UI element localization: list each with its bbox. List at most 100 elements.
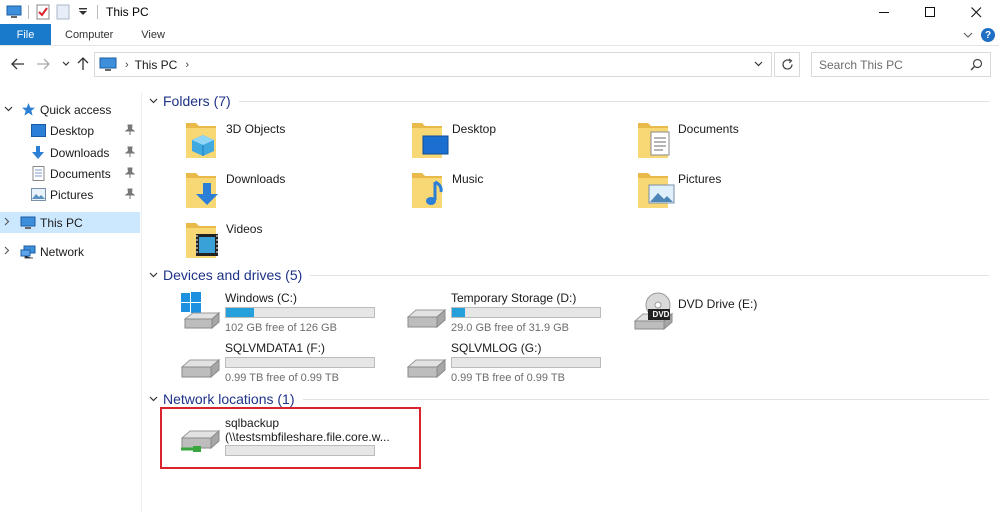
nav-quick-access[interactable]: Quick access	[0, 99, 140, 120]
folder-pictures[interactable]: Pictures	[637, 169, 837, 213]
drive-d[interactable]: Temporary Storage (D:) 29.0 GB free of 3…	[406, 291, 627, 337]
drive-c[interactable]: Windows (C:) 102 GB free of 126 GB	[181, 291, 401, 337]
address-row: › This PC › Search This PC	[0, 50, 999, 80]
collapsed-chevron-icon[interactable]	[4, 217, 14, 229]
pin-icon[interactable]	[124, 124, 136, 139]
help-icon[interactable]: ?	[981, 28, 995, 42]
drive-usage-fill	[226, 308, 255, 317]
drive-name: DVD Drive (E:)	[678, 297, 758, 311]
windows-drive-icon	[181, 291, 221, 331]
expanded-chevron-icon[interactable]	[4, 104, 14, 115]
folder-downloads[interactable]: Downloads	[185, 169, 385, 213]
group-chevron-icon[interactable]	[149, 394, 161, 405]
nav-label: This PC	[40, 215, 83, 230]
refresh-icon	[781, 58, 793, 70]
group-title: Devices and drives (5)	[163, 267, 303, 283]
group-chevron-icon[interactable]	[149, 270, 161, 281]
nav-label: Network	[40, 244, 85, 259]
group-chevron-icon[interactable]	[149, 96, 161, 107]
nav-quick-desktop[interactable]: Desktop	[0, 120, 140, 141]
expand-ribbon-icon[interactable]	[963, 28, 973, 42]
dvd-logo-text: DVD	[652, 310, 670, 319]
folder-documents[interactable]: Documents	[637, 119, 837, 163]
document-icon	[30, 166, 46, 182]
drive-g[interactable]: SQLVMLOG (G:) 0.99 TB free of 0.99 TB	[406, 341, 627, 387]
navigation-pane: Quick access Desktop Downloads Documents…	[0, 92, 142, 512]
nav-label: Pictures	[50, 187, 94, 202]
nav-label: Downloads	[50, 145, 110, 160]
nav-label: Quick access	[40, 102, 112, 117]
group-divider	[302, 398, 989, 400]
search-input[interactable]: Search This PC	[811, 52, 991, 77]
address-dropdown-icon[interactable]	[754, 59, 763, 70]
group-divider	[238, 100, 989, 102]
pin-icon[interactable]	[124, 188, 136, 203]
recent-locations-icon[interactable]	[58, 56, 74, 72]
nav-network[interactable]: Network	[0, 241, 140, 262]
drive-f[interactable]: SQLVMDATA1 (F:) 0.99 TB free of 0.99 TB	[180, 341, 401, 387]
group-folders[interactable]: Folders (7)	[149, 92, 989, 110]
folder-videos[interactable]: Videos	[185, 219, 385, 263]
highlight-annotation-box	[160, 407, 421, 469]
folder-label: Documents	[678, 122, 739, 136]
breadcrumb-separator-icon[interactable]: ›	[125, 59, 129, 71]
ribbon-right: ?	[963, 24, 995, 46]
this-pc-icon	[99, 57, 117, 73]
download-arrow-icon	[30, 145, 46, 161]
customize-qat-dropdown-icon[interactable]	[75, 4, 91, 20]
group-divider	[310, 274, 989, 276]
drive-free-space: 0.99 TB free of 0.99 TB	[451, 372, 565, 384]
drive-free-space: 102 GB free of 126 GB	[225, 322, 337, 334]
address-bar[interactable]: › This PC ›	[94, 52, 772, 77]
tab-file[interactable]: File	[0, 24, 51, 45]
drive-e-dvd[interactable]: DVD DVD Drive (E:)	[633, 291, 854, 337]
nav-quick-pictures[interactable]: Pictures	[0, 184, 140, 205]
minimize-button[interactable]	[861, 0, 907, 24]
folder-desktop[interactable]: Desktop	[411, 119, 611, 163]
star-icon	[20, 102, 36, 118]
drive-name: Temporary Storage (D:)	[451, 291, 577, 305]
group-title: Network locations (1)	[163, 391, 295, 407]
folder-label: Desktop	[452, 122, 497, 136]
nav-label: Desktop	[50, 123, 95, 138]
music-folder-icon	[411, 169, 449, 211]
tab-view[interactable]: View	[127, 24, 179, 45]
refresh-button[interactable]	[774, 52, 800, 77]
desktop-folder-icon	[411, 119, 449, 161]
drive-name: SQLVMDATA1 (F:)	[225, 341, 326, 355]
search-icon[interactable]	[970, 58, 983, 74]
tab-computer[interactable]: Computer	[51, 24, 127, 45]
breadcrumb-chevron-icon[interactable]: ›	[185, 59, 189, 71]
group-network-locations[interactable]: Network locations (1)	[149, 390, 989, 408]
nav-quick-downloads[interactable]: Downloads	[0, 142, 140, 163]
pictures-icon	[30, 187, 46, 203]
folder-3d-objects[interactable]: 3D Objects	[185, 119, 385, 163]
ribbon-tabs: File Computer View ?	[0, 24, 999, 46]
breadcrumb-this-pc[interactable]: This PC	[135, 58, 178, 72]
downloads-folder-icon	[185, 169, 223, 211]
close-button[interactable]	[953, 0, 999, 24]
back-button[interactable]	[10, 56, 26, 72]
group-devices-and-drives[interactable]: Devices and drives (5)	[149, 266, 989, 284]
nav-this-pc[interactable]: This PC	[0, 212, 140, 233]
quick-access-toolbar	[0, 0, 100, 24]
properties-icon[interactable]	[35, 4, 51, 20]
new-folder-icon[interactable]	[55, 4, 71, 20]
hard-drive-icon	[406, 341, 447, 381]
nav-quick-documents[interactable]: Documents	[0, 163, 140, 184]
collapsed-chevron-icon[interactable]	[4, 246, 14, 258]
maximize-button[interactable]	[907, 0, 953, 24]
drive-free-space: 29.0 GB free of 31.9 GB	[451, 322, 570, 334]
folder-label: 3D Objects	[226, 122, 286, 136]
pin-icon[interactable]	[124, 167, 136, 182]
group-title: Folders (7)	[163, 93, 231, 109]
folder-label: Pictures	[678, 172, 722, 186]
folder-label: Downloads	[226, 172, 286, 186]
drive-usage-bar	[451, 307, 601, 318]
pin-icon[interactable]	[124, 146, 136, 161]
up-button[interactable]	[75, 56, 91, 72]
network-icon	[20, 244, 36, 260]
forward-button[interactable]	[35, 56, 51, 72]
folder-music[interactable]: Music	[411, 169, 611, 213]
folder-label: Music	[452, 172, 484, 186]
